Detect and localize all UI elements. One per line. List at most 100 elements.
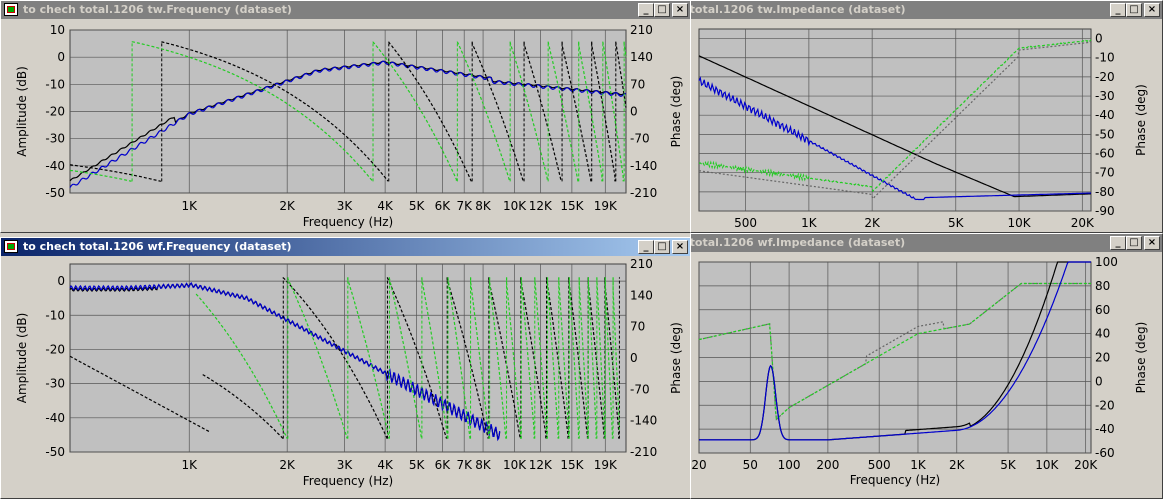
y-tick-label: -10	[1095, 51, 1115, 65]
y-tick-label: -30	[45, 377, 65, 391]
y-tick-label: 60	[1095, 303, 1110, 317]
close-button[interactable]: ×	[672, 3, 688, 17]
x-tick-label: 20	[691, 458, 706, 472]
y-tick-label: -70	[1095, 166, 1115, 180]
maximize-button[interactable]: □	[1126, 3, 1142, 17]
minimize-button[interactable]: _	[638, 240, 654, 254]
window-title: to chech total.1206 tw.Impedance (datase…	[691, 3, 906, 16]
x-tick-label: 8K	[475, 199, 492, 213]
y-tick-label: -210	[630, 445, 657, 459]
x-tick-label: 12K	[529, 199, 553, 213]
app-icon[interactable]	[4, 240, 18, 253]
y-axis-label-right: Phase (deg)	[1134, 322, 1148, 394]
wf-impedance-chart: 100806040200-20-40-6020 50 100 200 500 1K 2K 5K…	[691, 255, 1148, 487]
x-tick-label: 15K	[560, 199, 584, 213]
y-tick-label: -40	[1095, 108, 1115, 122]
y-tick-label: -140	[630, 159, 657, 173]
x-tick-label: 19K	[594, 199, 618, 213]
wf-frequency-chart: 0 -10 -20 -30 -40 -50 210 140 70 0 -70 -140 -210 1K 2K…	[15, 257, 683, 488]
y-tick-label: -20	[45, 342, 65, 356]
x-tick-label: 2K	[864, 216, 881, 230]
y-tick-label: -10	[45, 308, 65, 322]
x-tick-label: 1K	[801, 216, 818, 230]
x-tick-label: 3K	[337, 458, 354, 472]
x-tick-label: 6K	[435, 458, 452, 472]
y-tick-label: -140	[630, 414, 657, 428]
y-tick-label: 0	[1095, 32, 1103, 46]
x-tick-label: 4K	[377, 199, 394, 213]
y-tick-label: 10	[50, 23, 65, 37]
y-tick-label: -210	[630, 186, 657, 200]
tw-frequency-window[interactable]: to chech total.1206 tw.Frequency (datase…	[0, 0, 691, 233]
maximize-button[interactable]: □	[1126, 236, 1142, 250]
y-tick-label: -50	[1095, 127, 1115, 141]
y-tick-label: 70	[630, 320, 645, 334]
maximize-button[interactable]: □	[654, 240, 670, 254]
x-tick-label: 7K	[456, 199, 473, 213]
tw-impedance-chart: 0 -10 -20 -30 -40 -50 -60 -70 -80 -90 500 1K 2K 5K 10K…	[698, 28, 1148, 230]
wf-frequency-titlebar[interactable]: to chech total.1206 wf.Frequency (datase…	[1, 238, 690, 256]
x-tick-label: 100	[778, 458, 801, 472]
x-tick-label: 8K	[475, 458, 492, 472]
x-tick-label: 500	[734, 216, 757, 230]
maximize-button[interactable]: □	[654, 3, 670, 17]
y-tick-label: -30	[45, 132, 65, 146]
y-tick-label: 0	[1095, 374, 1103, 388]
x-tick-label: 20K	[1071, 216, 1095, 230]
x-tick-label: 2K	[279, 458, 296, 472]
close-button[interactable]: ×	[1144, 236, 1160, 250]
tw-frequency-titlebar[interactable]: to chech total.1206 tw.Frequency (datase…	[1, 1, 690, 19]
minimize-button[interactable]: _	[1110, 3, 1126, 17]
x-tick-label: 200	[816, 458, 839, 472]
y-tick-label: -20	[45, 105, 65, 119]
y-tick-label: -10	[45, 77, 65, 91]
x-tick-label: 1K	[181, 199, 198, 213]
y-tick-label: -60	[1095, 446, 1115, 460]
x-axis-label: Frequency (Hz)	[303, 215, 394, 229]
x-tick-label: 5K	[409, 199, 426, 213]
x-tick-label: 15K	[560, 458, 584, 472]
tw-frequency-chart: 10 0 -10 -20 -30 -40 -50 210 140 70 0 -70 -140 -210 1K…	[15, 23, 683, 229]
y-axis-label-right: Phase (deg)	[669, 76, 683, 148]
minimize-button[interactable]: _	[1110, 236, 1126, 250]
wf-impedance-window[interactable]: to chech total.1206 wf.Impedance (datase…	[690, 233, 1163, 499]
x-tick-label: 500	[868, 458, 891, 472]
y-tick-label: 210	[630, 257, 653, 271]
y-axis-label-right: Phase (deg)	[669, 322, 683, 394]
y-tick-label: -90	[1095, 204, 1115, 218]
app-icon[interactable]	[4, 3, 18, 16]
x-tick-label: 2K	[949, 458, 966, 472]
y-axis-label-left: Amplitude (dB)	[15, 313, 29, 404]
x-tick-label: 12K	[529, 458, 553, 472]
x-tick-label: 6K	[435, 199, 452, 213]
x-tick-label: 1K	[181, 458, 198, 472]
y-tick-label: -70	[630, 132, 650, 146]
tw-impedance-titlebar[interactable]: to chech total.1206 tw.Impedance (datase…	[691, 1, 1162, 19]
y-tick-label: 140	[630, 50, 653, 64]
y-tick-label: -70	[630, 382, 650, 396]
y-tick-label: 20	[1095, 351, 1110, 365]
tw-impedance-window[interactable]: to chech total.1206 tw.Impedance (datase…	[690, 0, 1163, 233]
y-tick-label: -50	[45, 186, 65, 200]
x-tick-label: 19K	[594, 458, 618, 472]
x-tick-label: 3K	[337, 199, 354, 213]
y-tick-label: -20	[1095, 398, 1115, 412]
window-title: to chech total.1206 wf.Impedance (datase…	[691, 236, 906, 249]
y-tick-label: -40	[45, 411, 65, 425]
y-tick-label: 40	[1095, 327, 1110, 341]
y-tick-label: 80	[1095, 279, 1110, 293]
x-tick-label: 10K	[1007, 216, 1031, 230]
y-tick-label: 70	[630, 77, 645, 91]
minimize-button[interactable]: _	[638, 3, 654, 17]
y-tick-label: 0	[57, 50, 65, 64]
y-tick-label: 100	[1095, 255, 1118, 269]
x-tick-label: 5K	[409, 458, 426, 472]
close-button[interactable]: ×	[672, 240, 688, 254]
x-tick-label: 4K	[377, 458, 394, 472]
wf-frequency-window[interactable]: to chech total.1206 wf.Frequency (datase…	[0, 237, 691, 499]
wf-impedance-titlebar[interactable]: to chech total.1206 wf.Impedance (datase…	[691, 234, 1162, 252]
close-button[interactable]: ×	[1144, 3, 1160, 17]
x-tick-label: 5K	[948, 216, 965, 230]
y-tick-label: -20	[1095, 70, 1115, 84]
y-tick-label: -60	[1095, 147, 1115, 161]
